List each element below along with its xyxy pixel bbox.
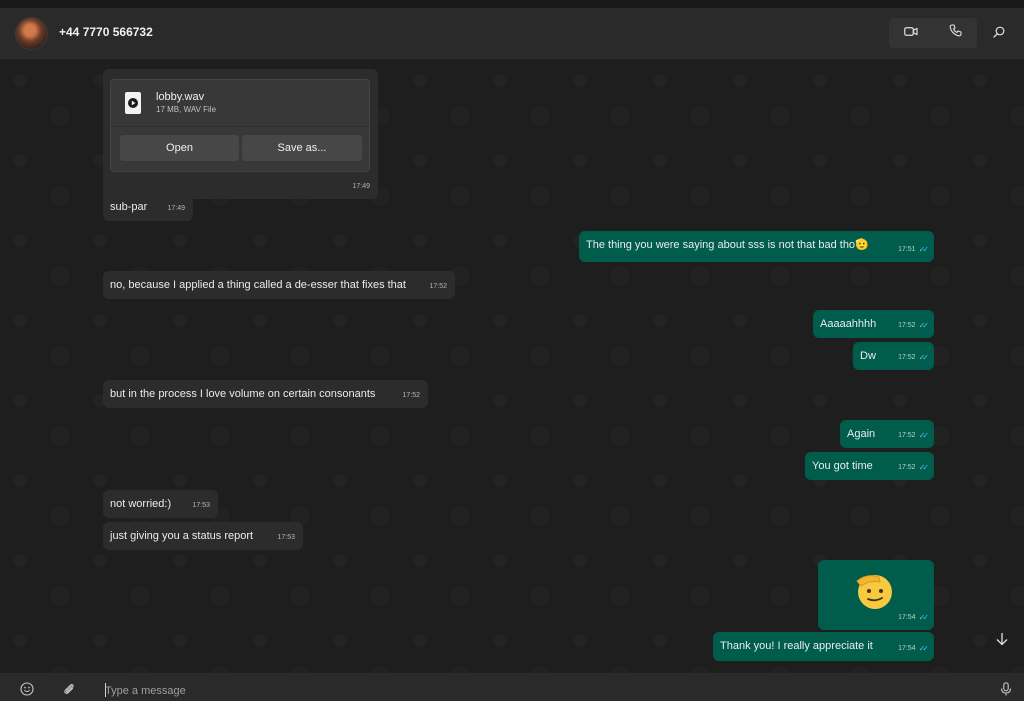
file-meta: 17 MB, WAV File (156, 105, 217, 114)
search-icon (993, 25, 1005, 43)
message-text: Aaaaahhhh (820, 318, 877, 330)
message-text: not worried:) (110, 498, 172, 510)
file-message: lobby.wav 17 MB, WAV File Open Save as..… (103, 69, 378, 199)
message-bubble-outgoing[interactable]: You got time 17:52 ✓✓ (805, 452, 934, 480)
message-bubble-outgoing[interactable]: Dw 17:52 ✓✓ (853, 342, 934, 370)
message-bubble-outgoing[interactable]: Thank you! I really appreciate it 17:54 ✓… (713, 632, 934, 661)
message-bubble-outgoing-sticker[interactable]: 17:54 ✓✓ (818, 560, 934, 630)
message-time: 17:52 ✓✓ (898, 429, 930, 443)
message-time: 17:52 (429, 283, 447, 290)
message-time: 17:49 (167, 205, 185, 212)
attach-button[interactable] (61, 683, 77, 699)
file-attachment-card: lobby.wav 17 MB, WAV File Open Save as..… (110, 79, 370, 172)
message-bubble-incoming[interactable]: not worried:) 17:53 (103, 490, 218, 518)
voice-call-button[interactable] (933, 18, 977, 48)
message-text: no, because I applied a thing called a d… (110, 279, 406, 291)
message-text: The thing you were saying about sss is n… (586, 239, 869, 251)
message-time: 17:52 ✓✓ (898, 461, 930, 475)
message-text: but in the process I love volume on cert… (110, 388, 376, 400)
message-list[interactable]: lobby.wav 17 MB, WAV File Open Save as..… (0, 61, 1024, 673)
salute-face-icon (852, 572, 898, 610)
read-receipt-icon: ✓✓ (918, 644, 930, 653)
file-name: lobby.wav (156, 91, 205, 103)
text-cursor (105, 683, 106, 697)
read-receipt-icon: ✓✓ (918, 353, 930, 362)
contact-name[interactable]: +44 7770 566732 (59, 25, 153, 39)
message-time: 17:52 ✓✓ (898, 351, 930, 365)
message-time: 17:54 ✓✓ (898, 642, 930, 656)
message-time: 17:54 ✓✓ (898, 611, 930, 625)
paperclip-icon (62, 682, 76, 701)
save-as-button[interactable]: Save as... (242, 135, 362, 161)
voice-message-button[interactable] (998, 681, 1014, 701)
message-time: 17:53 (277, 534, 295, 541)
call-button-group (889, 18, 977, 48)
message-time: 17:49 (352, 183, 370, 190)
message-bubble-outgoing[interactable]: Again 17:52 ✓✓ (840, 420, 934, 448)
read-receipt-icon: ✓✓ (918, 431, 930, 440)
message-text: Thank you! I really appreciate it (720, 640, 873, 652)
read-receipt-icon: ✓✓ (918, 463, 930, 472)
message-text: You got time (812, 460, 873, 472)
message-bubble-incoming[interactable]: sub-par 17:49 (103, 193, 193, 221)
video-call-button[interactable] (889, 18, 933, 48)
file-card-divider (111, 126, 369, 127)
phone-call-icon (949, 24, 962, 42)
video-call-icon (904, 24, 918, 42)
message-composer (0, 673, 1024, 701)
microphone-icon (1000, 681, 1012, 701)
message-bubble-incoming[interactable]: just giving you a status report 17:53 (103, 522, 303, 550)
audio-file-icon (125, 92, 141, 114)
arrow-down-icon (995, 632, 1009, 651)
message-input[interactable] (105, 682, 965, 700)
message-text: just giving you a status report (110, 530, 254, 542)
message-text: Again (847, 428, 876, 440)
emoji-icon (20, 681, 34, 701)
emoji-button[interactable] (19, 681, 35, 701)
message-time: 17:52 (402, 392, 420, 399)
scroll-to-bottom-button[interactable] (992, 631, 1012, 651)
message-bubble-incoming[interactable]: no, because I applied a thing called a d… (103, 271, 455, 299)
chat-header: +44 7770 566732 (0, 8, 1024, 60)
search-button[interactable] (990, 25, 1008, 43)
open-file-button[interactable]: Open (120, 135, 239, 161)
message-text: Dw (860, 350, 876, 362)
message-text: sub-par (110, 201, 148, 213)
read-receipt-icon: ✓✓ (918, 245, 930, 254)
contact-avatar[interactable] (15, 17, 48, 50)
read-receipt-icon: ✓✓ (918, 321, 930, 330)
message-bubble-outgoing[interactable]: Aaaaahhhh 17:52 ✓✓ (813, 310, 934, 338)
message-time: 17:51 ✓✓ (898, 243, 930, 257)
read-receipt-icon: ✓✓ (918, 613, 930, 622)
message-bubble-outgoing[interactable]: The thing you were saying about sss is n… (579, 231, 934, 262)
window-top-strip (0, 0, 1024, 8)
message-time: 17:53 (192, 502, 210, 509)
message-bubble-incoming[interactable]: but in the process I love volume on cert… (103, 380, 428, 408)
message-time: 17:52 ✓✓ (898, 319, 930, 333)
